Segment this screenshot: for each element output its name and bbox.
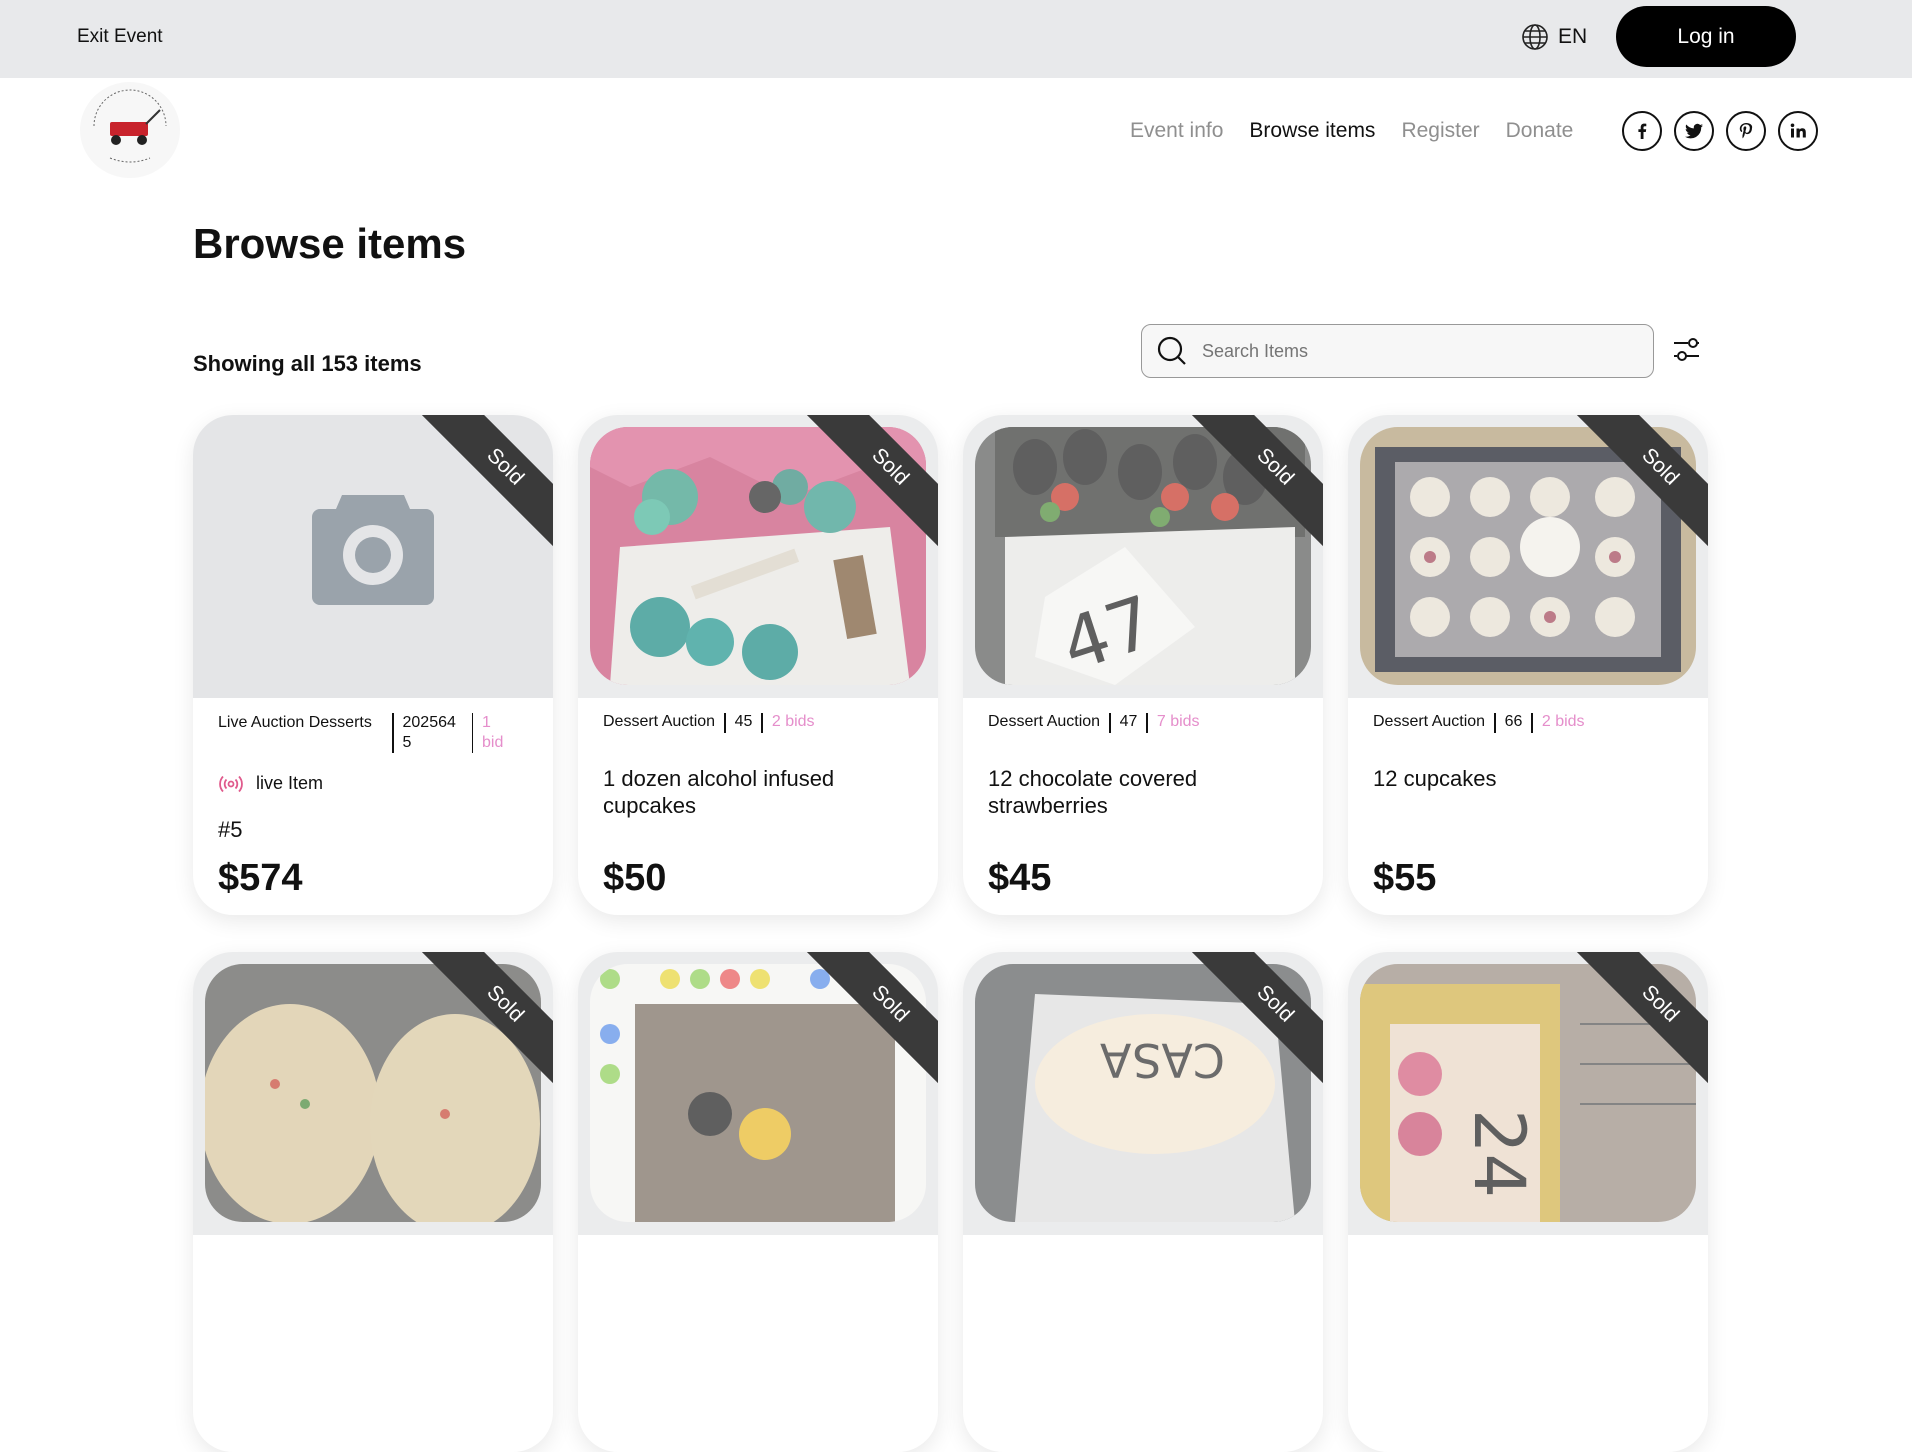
- sold-ribbon: Sold: [1183, 952, 1323, 1092]
- item-meta: Dessert Auction 45 2 bids: [603, 713, 815, 733]
- item-category: Live Auction Desserts: [218, 714, 372, 731]
- item-card[interactable]: Sold: [193, 952, 553, 1452]
- nav-event-info[interactable]: Event info: [1130, 119, 1223, 143]
- globe-icon: [1522, 24, 1548, 50]
- item-bids: 7 bids: [1156, 713, 1200, 730]
- nav-donate[interactable]: Donate: [1506, 119, 1574, 143]
- item-number: 47: [1119, 713, 1138, 730]
- item-price: $55: [1373, 857, 1437, 899]
- sold-ribbon: Sold: [413, 952, 553, 1092]
- facebook-icon[interactable]: [1622, 111, 1662, 151]
- top-bar: Exit Event EN Log in: [0, 0, 1912, 78]
- organization-logo[interactable]: [80, 82, 180, 178]
- broadcast-icon: [219, 775, 243, 792]
- language-label: EN: [1558, 25, 1588, 48]
- item-card[interactable]: CASA Sold: [963, 952, 1323, 1452]
- item-name: 12 chocolate covered strawberries: [988, 766, 1198, 818]
- sold-ribbon: Sold: [413, 415, 553, 555]
- item-number: 2025645: [402, 714, 456, 751]
- item-meta: Dessert Auction 66 2 bids: [1373, 713, 1585, 733]
- sold-ribbon: Sold: [798, 952, 938, 1092]
- item-card[interactable]: Sold Dessert Auction 66 2 bids 12 cupcak…: [1348, 415, 1708, 915]
- twitter-icon[interactable]: [1674, 111, 1714, 151]
- live-item-label: live Item: [256, 773, 324, 793]
- item-card[interactable]: 24 Sold: [1348, 952, 1708, 1452]
- main-nav: Event info Browse items Register Donate: [1130, 119, 1573, 143]
- item-bids: 2 bids: [771, 713, 815, 730]
- page-title: Browse items: [193, 220, 467, 267]
- item-category: Dessert Auction: [1373, 713, 1486, 730]
- item-bids: 1 bid: [482, 714, 504, 751]
- sold-ribbon: Sold: [1183, 415, 1323, 555]
- search-input[interactable]: [1202, 340, 1622, 362]
- sold-ribbon: Sold: [798, 415, 938, 555]
- item-card[interactable]: Sold Dessert Auction 45 2 bids 1 dozen a…: [578, 415, 938, 915]
- item-category: Dessert Auction: [603, 713, 716, 730]
- item-card[interactable]: 47 Sold Dessert Auction 47 7 bids 12 cho…: [963, 415, 1323, 915]
- search-box[interactable]: [1141, 324, 1654, 378]
- item-number: 45: [734, 713, 753, 730]
- live-item-badge: live Item: [218, 773, 323, 794]
- item-meta: Dessert Auction 47 7 bids: [988, 713, 1200, 733]
- sold-ribbon: Sold: [1568, 952, 1708, 1092]
- item-name: 1 dozen alcohol infused cupcakes: [603, 766, 835, 818]
- social-links: [1622, 111, 1818, 151]
- linkedin-icon[interactable]: [1778, 111, 1818, 151]
- item-number: 66: [1504, 713, 1523, 730]
- results-count: Showing all 153 items: [193, 351, 422, 376]
- nav-browse-items[interactable]: Browse items: [1249, 119, 1375, 143]
- item-meta: Live Auction Desserts 2025645 1 bid: [218, 713, 538, 753]
- item-lot: #5: [218, 817, 243, 842]
- pinterest-icon[interactable]: [1726, 111, 1766, 151]
- login-button[interactable]: Log in: [1616, 6, 1796, 67]
- item-price: $574: [218, 857, 303, 899]
- search-icon: [1157, 336, 1186, 365]
- item-bids: 2 bids: [1541, 713, 1585, 730]
- language-selector[interactable]: EN: [1520, 22, 1587, 52]
- item-price: $50: [603, 857, 667, 899]
- item-card[interactable]: Sold: [578, 952, 938, 1452]
- item-category: Dessert Auction: [988, 713, 1101, 730]
- item-name: 12 cupcakes: [1373, 766, 1497, 791]
- filter-icon[interactable]: [1672, 337, 1700, 363]
- item-card[interactable]: Sold Live Auction Desserts 2025645 1 bid…: [193, 415, 553, 915]
- exit-event-link[interactable]: Exit Event: [77, 26, 163, 48]
- sold-ribbon: Sold: [1568, 415, 1708, 555]
- nav-register[interactable]: Register: [1401, 119, 1479, 143]
- item-price: $45: [988, 857, 1052, 899]
